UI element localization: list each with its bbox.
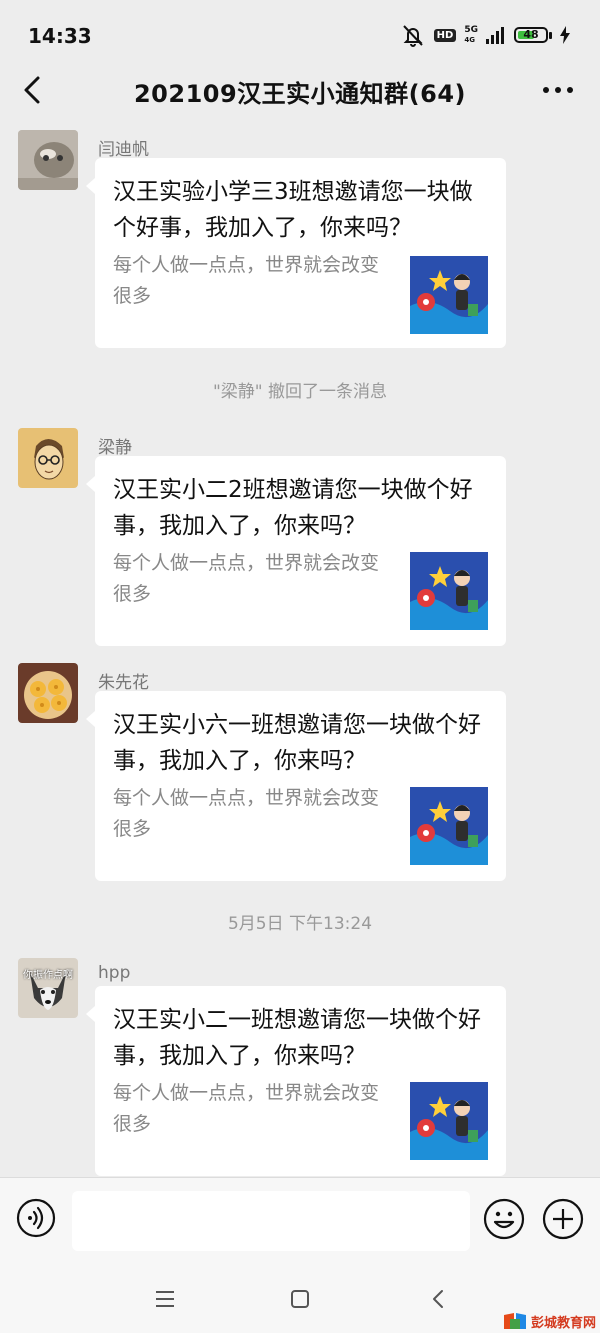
share-card[interactable]: 汉王实验小学三3班想邀请您一块做个好事，我加入了，你来吗？ 每个人做一点点，世界… xyxy=(86,158,506,348)
battery-level: 48 xyxy=(523,28,539,41)
hd-badge: HD xyxy=(433,28,457,42)
more-options-icon[interactable] xyxy=(540,76,576,104)
sender-name: 梁静 xyxy=(98,438,132,458)
cat-avatar-image xyxy=(18,130,78,190)
system-navigation-bar: 彭城教育网 xyxy=(0,1264,600,1333)
card-title: 汉王实验小学三3班想邀请您一块做个好事，我加入了，你来吗？ xyxy=(113,179,473,241)
card-description: 每个人做一点点，世界就会改变很多 xyxy=(113,787,380,840)
sender-name: 朱先花 xyxy=(98,673,149,693)
avatar[interactable] xyxy=(18,428,78,488)
avatar[interactable] xyxy=(18,663,78,723)
message-input[interactable] xyxy=(72,1191,470,1251)
card-title: 汉王实小二2班想邀请您一块做个好事，我加入了，你来吗？ xyxy=(113,477,473,539)
home-nav-icon[interactable] xyxy=(285,1284,315,1314)
charity-illustration-image xyxy=(410,787,488,865)
back-nav-icon[interactable] xyxy=(424,1284,454,1314)
card-thumbnail xyxy=(410,787,488,865)
message-item: 朱先花 汉王实小六一班想邀请您一块做个好事，我加入了，你来吗？ 每个人做一点点，… xyxy=(0,663,600,883)
mute-bell-icon xyxy=(402,25,423,47)
charity-illustration-image xyxy=(410,256,488,334)
avatar[interactable] xyxy=(18,130,78,190)
card-title: 汉王实小二一班想邀请您一块做个好事，我加入了，你来吗？ xyxy=(113,1007,481,1069)
card-title: 汉王实小六一班想邀请您一块做个好事，我加入了，你来吗？ xyxy=(113,712,481,774)
sketch-portrait-avatar-image xyxy=(18,428,78,488)
cookies-avatar-image xyxy=(18,663,78,723)
message-item: 你振作点啊 hpp 汉王实小二一班想邀请您一块做个好事，我加入了，你来吗？ 每个… xyxy=(0,958,600,1178)
signal-icon xyxy=(486,27,504,44)
recall-notice: "梁静" 撤回了一条消息 xyxy=(212,382,388,402)
card-description: 每个人做一点点，世界就会改变很多 xyxy=(113,1082,380,1135)
message-item: 闫迪帆 汉王实验小学三3班想邀请您一块做个好事，我加入了，你来吗？ 每个人做一点… xyxy=(0,130,600,350)
message-item: 梁静 汉王实小二2班想邀请您一块做个好事，我加入了，你来吗？ 每个人做一点点，世… xyxy=(0,428,600,648)
card-thumbnail xyxy=(410,256,488,334)
status-bar: 14:33 HD 5G 4G 48 xyxy=(0,0,600,70)
status-icons: HD 5G 4G 48 xyxy=(400,20,570,50)
input-bar xyxy=(0,1177,600,1264)
plus-icon[interactable] xyxy=(542,1198,584,1240)
status-time: 14:33 xyxy=(28,24,92,48)
sender-name: hpp xyxy=(98,963,131,983)
book-logo-icon xyxy=(503,1313,526,1329)
emoji-icon[interactable] xyxy=(483,1198,525,1240)
chat-timestamp: 5月5日 下午13:24 xyxy=(227,914,373,934)
card-thumbnail xyxy=(410,1082,488,1160)
charging-icon xyxy=(560,26,570,44)
battery-indicator: 48 xyxy=(514,27,552,43)
sender-name: 闫迪帆 xyxy=(98,140,149,160)
avatar-caption: 你振作点啊 xyxy=(23,970,73,981)
card-description: 每个人做一点点，世界就会改变很多 xyxy=(113,254,380,307)
avatar[interactable]: 你振作点啊 xyxy=(18,958,78,1018)
network-type: 5G 4G xyxy=(464,25,478,44)
site-watermark: 彭城教育网 xyxy=(502,1311,596,1331)
share-card[interactable]: 汉王实小六一班想邀请您一块做个好事，我加入了，你来吗？ 每个人做一点点，世界就会… xyxy=(86,691,506,881)
share-card[interactable]: 汉王实小二2班想邀请您一块做个好事，我加入了，你来吗？ 每个人做一点点，世界就会… xyxy=(86,456,506,646)
card-thumbnail xyxy=(410,552,488,630)
card-description: 每个人做一点点，世界就会改变很多 xyxy=(113,552,380,605)
voice-input-icon[interactable] xyxy=(16,1198,56,1238)
menu-nav-icon[interactable] xyxy=(150,1284,180,1314)
charity-illustration-image xyxy=(410,552,488,630)
title-bar: 202109汉王实小通知群(64) xyxy=(0,62,600,118)
share-card[interactable]: 汉王实小二一班想邀请您一块做个好事，我加入了，你来吗？ 每个人做一点点，世界就会… xyxy=(86,986,506,1176)
chat-title: 202109汉王实小通知群(64) xyxy=(133,80,467,108)
charity-illustration-image xyxy=(410,1082,488,1160)
